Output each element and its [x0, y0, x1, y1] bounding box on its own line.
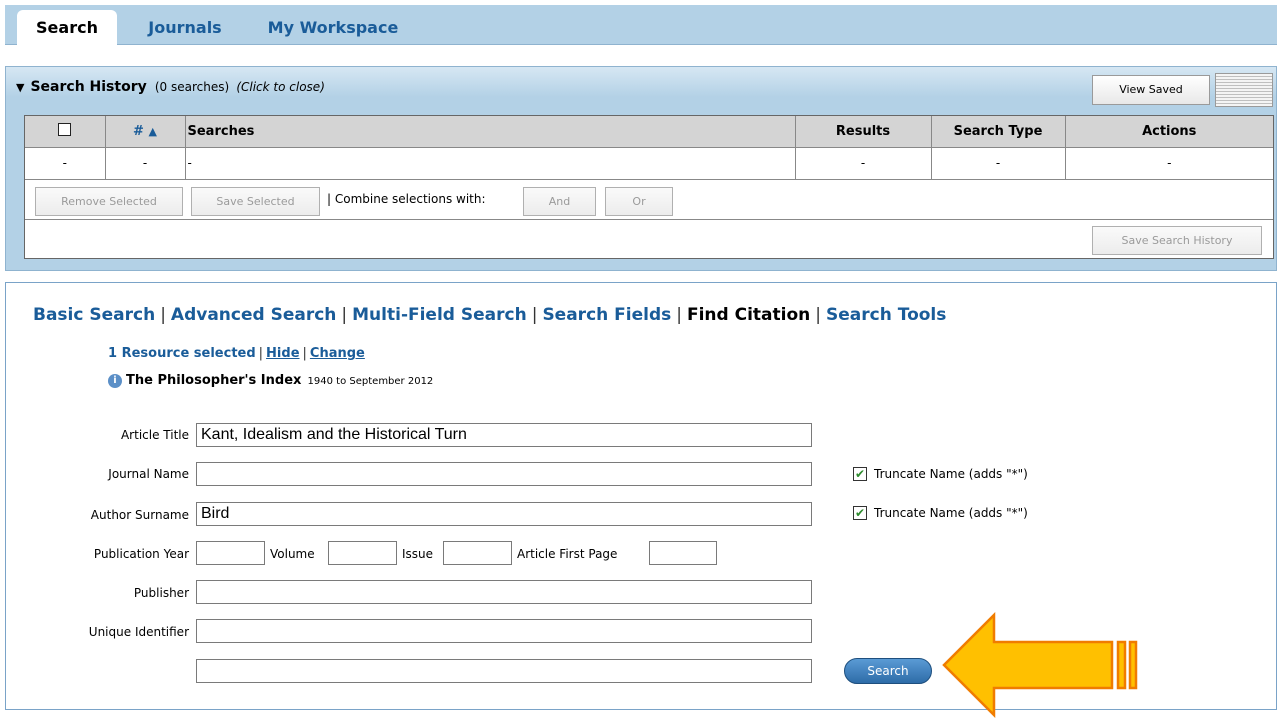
truncate-journal-label: Truncate Name (adds "*")	[874, 467, 1028, 481]
publisher-input[interactable]	[196, 580, 812, 604]
column-number-header[interactable]: # ▲	[105, 116, 186, 148]
database-name: The Philosopher's Index	[126, 373, 302, 388]
select-all-header[interactable]	[25, 116, 106, 148]
nav-multi-field-search[interactable]: Multi-Field Search	[352, 305, 527, 325]
select-all-checkbox[interactable]	[58, 122, 72, 136]
issue-label: Issue	[402, 547, 434, 561]
publication-year-label: Publication Year	[93, 547, 189, 561]
column-search-type-header: Search Type	[931, 116, 1066, 148]
arrow-tail-bar	[1116, 640, 1127, 690]
search-mode-nav: Basic Search | Advanced Search | Multi-Field…	[33, 305, 947, 325]
nav-search-tools[interactable]: Search Tools	[826, 305, 946, 325]
search-history-table: # ▲ Searches Results Search Type Actions…	[25, 116, 1273, 180]
volume-label: Volume	[270, 547, 315, 561]
author-surname-label: Author Surname	[90, 508, 189, 522]
first-page-label: Article First Page	[517, 547, 618, 561]
pointer-arrow-icon	[942, 612, 1138, 718]
table-row: - - - - - -	[25, 147, 1273, 180]
author-surname-input[interactable]: Bird	[196, 502, 812, 526]
issue-input[interactable]	[443, 541, 512, 565]
search-history-header[interactable]: ▼ Search History (0 searches) (Click to c…	[16, 79, 325, 95]
search-history-table-box: # ▲ Searches Results Search Type Actions…	[24, 115, 1274, 259]
unique-identifier-label: Unique Identifier	[88, 625, 189, 639]
arrow-tail-bar	[1128, 640, 1138, 690]
journal-name-label: Journal Name	[108, 467, 189, 481]
table-header-row: # ▲ Searches Results Search Type Actions	[25, 116, 1273, 148]
extra-input[interactable]	[196, 659, 812, 683]
list-lines-icon[interactable]	[1215, 73, 1273, 107]
view-saved-button[interactable]: View Saved	[1092, 75, 1210, 105]
truncate-journal-checkbox[interactable]: ✔	[853, 467, 867, 481]
column-searches-header: Searches	[185, 116, 796, 148]
search-count: (0 searches)	[154, 80, 230, 94]
first-page-input[interactable]	[649, 541, 717, 565]
article-title-label: Article Title	[120, 428, 189, 442]
top-tab-bar: Search Journals My Workspace	[5, 5, 1277, 45]
column-actions-header: Actions	[1065, 116, 1273, 148]
click-to-close-toggle[interactable]: (Click to close)	[236, 80, 325, 94]
search-history-title: Search History	[30, 79, 147, 95]
article-title-input[interactable]: Kant, Idealism and the Historical Turn	[196, 423, 812, 447]
publisher-label: Publisher	[133, 586, 189, 600]
nav-search-fields[interactable]: Search Fields	[542, 305, 671, 325]
remove-selected-button[interactable]: Remove Selected	[35, 187, 183, 216]
save-search-history-button[interactable]: Save Search History	[1092, 226, 1262, 255]
truncate-author-label: Truncate Name (adds "*")	[874, 506, 1028, 520]
nav-find-citation: Find Citation	[686, 305, 811, 325]
nav-basic-search[interactable]: Basic Search	[33, 305, 155, 325]
collapse-triangle-icon[interactable]: ▼	[16, 81, 24, 94]
change-link[interactable]: Change	[310, 346, 365, 361]
history-actions-row: Remove Selected Save Selected | Combine …	[25, 182, 1273, 220]
search-history-panel: ▼ Search History (0 searches) (Click to c…	[5, 66, 1277, 271]
combine-and-button[interactable]: And	[523, 187, 596, 216]
journal-name-input[interactable]	[196, 462, 812, 486]
publication-year-input[interactable]	[196, 541, 265, 565]
table-cell: -	[185, 147, 796, 180]
unique-identifier-input[interactable]	[196, 619, 812, 643]
save-selected-button[interactable]: Save Selected	[191, 187, 320, 216]
info-icon[interactable]: i	[108, 374, 122, 388]
resources-selected-text: 1 Resource selected	[108, 346, 256, 361]
truncate-author-checkbox[interactable]: ✔	[853, 506, 867, 520]
table-cell: -	[105, 147, 186, 180]
table-cell: -	[25, 147, 106, 180]
tab-journals[interactable]: Journals	[133, 10, 237, 45]
combine-selections-label: | Combine selections with:	[327, 192, 486, 206]
volume-input[interactable]	[328, 541, 397, 565]
table-cell: -	[1065, 147, 1273, 180]
hide-link[interactable]: Hide	[266, 346, 299, 361]
combine-or-button[interactable]: Or	[605, 187, 673, 216]
arrow-shape	[942, 612, 1114, 718]
column-results-header: Results	[795, 116, 932, 148]
search-button[interactable]: Search	[844, 658, 932, 684]
table-cell: -	[931, 147, 1066, 180]
resource-selection-line: 1 Resource selected | Hide | Change	[108, 346, 365, 361]
database-line: i The Philosopher's Index 1940 to Septemb…	[108, 373, 433, 388]
nav-advanced-search[interactable]: Advanced Search	[171, 305, 336, 325]
table-cell: -	[795, 147, 932, 180]
database-range: 1940 to September 2012	[307, 376, 434, 387]
sort-ascending-icon: ▲	[148, 124, 157, 138]
tab-search[interactable]: Search	[17, 10, 117, 45]
tab-my-workspace[interactable]: My Workspace	[253, 10, 413, 45]
